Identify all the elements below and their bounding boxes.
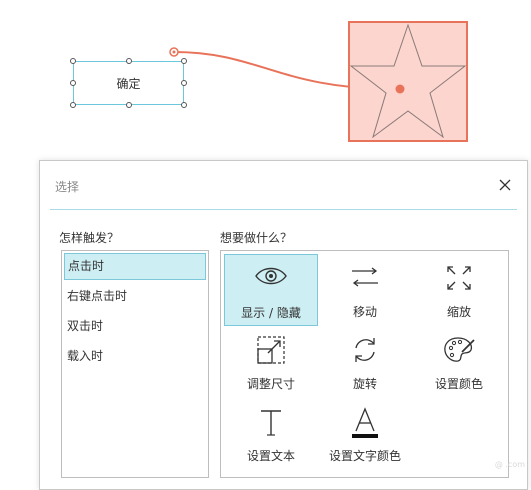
close-icon	[499, 179, 511, 191]
watermark-text: @ .com	[494, 460, 525, 469]
resize-handle-left[interactable]	[70, 80, 76, 86]
resize-handle-top-left[interactable]	[70, 58, 76, 64]
action-scale[interactable]: 缩放	[412, 254, 506, 326]
action-heading: 想要做什么？	[220, 231, 293, 245]
trigger-list: 点击时 右键点击时 双击时 载入时	[61, 250, 209, 478]
action-label: 设置颜色	[434, 377, 483, 391]
resize-handle-right[interactable]	[181, 80, 187, 86]
confirm-button-label: 确定	[116, 76, 141, 91]
confirm-button-shape[interactable]: 确定	[73, 61, 184, 105]
move-arrows-icon	[352, 267, 378, 287]
action-set-color[interactable]: 设置颜色	[412, 326, 506, 398]
trigger-item-right-click[interactable]: 右键点击时	[64, 283, 206, 310]
resize-handle-top-right[interactable]	[181, 58, 187, 64]
action-rotate[interactable]: 旋转	[318, 326, 412, 398]
eye-icon	[255, 267, 287, 285]
action-dialog: 选择 怎样触发？ 想要做什么？ 点击时 右键点击时 双击时 载入时 显示 / 隐…	[39, 160, 528, 490]
trigger-heading: 怎样触发？	[59, 231, 120, 245]
trigger-item-click[interactable]: 点击时	[64, 253, 206, 280]
trigger-item-on-load[interactable]: 载入时	[64, 343, 206, 370]
action-label: 缩放	[446, 305, 471, 319]
action-set-text[interactable]: 设置文本	[224, 398, 318, 470]
action-grid: 显示 / 隐藏 移动 缩放 调整尺寸 旋转 设置颜色 设置文本 设置文字颜色	[220, 250, 509, 478]
rotate-icon	[355, 338, 375, 362]
design-canvas[interactable]: 确定	[0, 0, 531, 160]
dialog-title: 选择	[55, 180, 80, 194]
star-shape[interactable]	[348, 21, 468, 142]
action-move[interactable]: 移动	[318, 254, 412, 326]
action-label: 设置文字颜色	[328, 449, 401, 463]
action-set-text-color[interactable]: 设置文字颜色	[318, 398, 412, 470]
star-icon	[349, 23, 467, 139]
close-button[interactable]	[497, 177, 513, 193]
resize-handle-bottom-right[interactable]	[181, 102, 187, 108]
resize-handle-bottom[interactable]	[126, 102, 132, 108]
action-resize[interactable]: 调整尺寸	[224, 326, 318, 398]
palette-icon	[444, 337, 475, 362]
title-divider	[50, 209, 517, 210]
action-show-hide[interactable]: 显示 / 隐藏	[224, 254, 318, 326]
expand-icon	[447, 266, 471, 290]
resize-handle-bottom-left[interactable]	[70, 102, 76, 108]
text-icon	[261, 410, 281, 436]
trigger-item-double-click[interactable]: 双击时	[64, 313, 206, 340]
resize-icon	[257, 336, 285, 364]
resize-handle-top[interactable]	[126, 58, 132, 64]
text-color-icon	[352, 407, 378, 438]
